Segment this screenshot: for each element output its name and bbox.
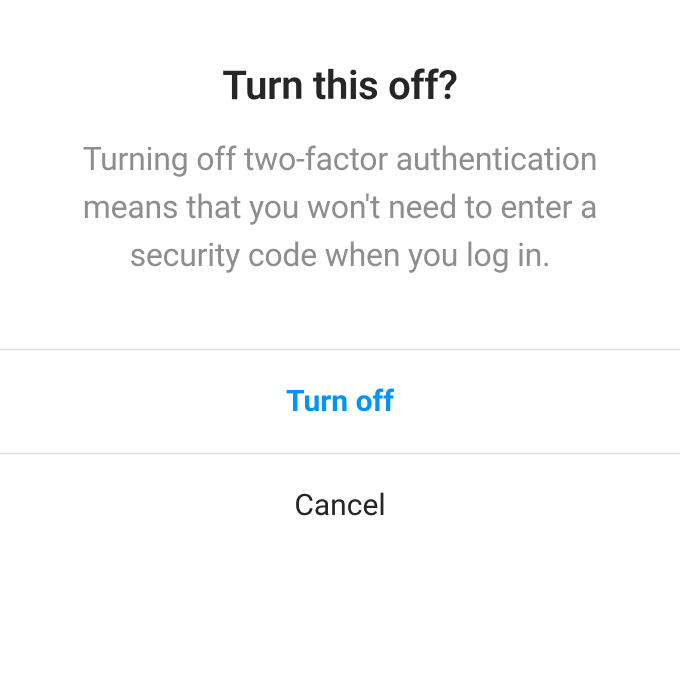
dialog-title: Turn this off? <box>0 62 680 109</box>
confirmation-dialog: Turn this off? Turning off two-factor au… <box>0 0 680 567</box>
cancel-button[interactable]: Cancel <box>0 453 680 567</box>
dialog-header: Turn this off? <box>0 0 680 121</box>
dialog-actions: Turn off Cancel <box>0 349 680 567</box>
dialog-message: Turning off two-factor authentica­tion m… <box>38 135 642 279</box>
turn-off-button[interactable]: Turn off <box>0 349 680 453</box>
dialog-body: Turning off two-factor authentica­tion m… <box>0 121 680 349</box>
